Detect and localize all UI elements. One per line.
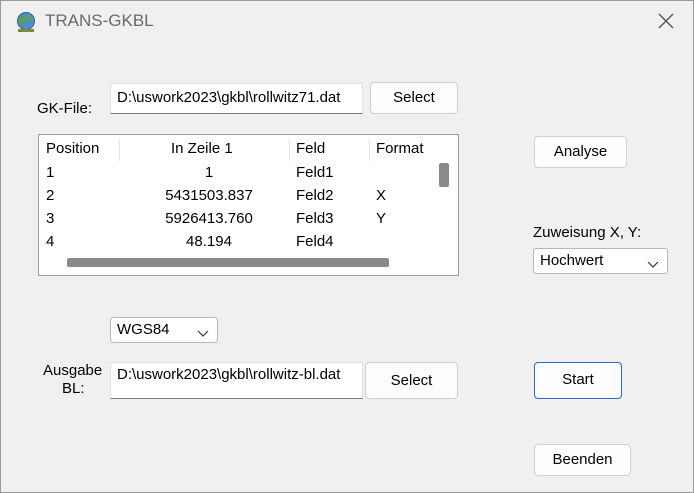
column-divider (119, 139, 120, 161)
field-list-view[interactable]: Position In Zeile 1 Feld Format 1 1 Feld… (38, 134, 459, 276)
zuweisung-label: Zuweisung X, Y: (533, 224, 642, 241)
table-row[interactable]: 4 48.194 Feld4 (39, 232, 435, 255)
cell-position: 3 (46, 210, 55, 227)
column-header-format[interactable]: Format (376, 140, 424, 157)
cell-feld: Feld1 (296, 164, 334, 181)
cell-position: 1 (46, 164, 55, 181)
cell-in-zeile: 5926413.760 (165, 210, 253, 227)
column-header-position[interactable]: Position (46, 140, 99, 157)
cell-in-zeile: 48.194 (186, 233, 232, 250)
output-label-line2: BL: (62, 380, 85, 397)
gk-file-select-button[interactable]: Select (370, 82, 458, 114)
vertical-scrollbar[interactable] (437, 163, 457, 249)
cell-format: X (376, 187, 387, 204)
close-button[interactable] (649, 7, 683, 35)
zuweisung-dropdown[interactable]: Hochwert (533, 248, 668, 274)
column-divider (369, 139, 370, 161)
column-header-in-zeile[interactable]: In Zeile 1 (171, 140, 233, 157)
cell-feld: Feld3 (296, 210, 334, 227)
cell-in-zeile: 5431503.837 (165, 187, 253, 204)
list-header: Position In Zeile 1 Feld Format (39, 135, 435, 163)
vertical-scroll-thumb[interactable] (439, 163, 449, 187)
cell-feld: Feld4 (296, 233, 334, 250)
table-row[interactable]: 3 5926413.760 Feld3 Y (39, 209, 435, 232)
exit-button[interactable]: Beenden (534, 444, 631, 476)
app-window: TRANS-GKBL GK-File: D:\uswork2023\gkbl\r… (0, 0, 694, 493)
cell-feld: Feld2 (296, 187, 334, 204)
start-button[interactable]: Start (534, 362, 622, 399)
window-title: TRANS-GKBL (45, 11, 154, 30)
crs-selected: WGS84 (117, 321, 170, 338)
chevron-down-icon (197, 325, 209, 337)
title-bar: TRANS-GKBL (1, 1, 693, 41)
globe-map-icon (15, 11, 37, 33)
table-row[interactable]: 1 1 Feld1 (39, 163, 435, 186)
cell-format: Y (376, 210, 387, 227)
horizontal-scroll-thumb[interactable] (67, 258, 389, 267)
chevron-down-icon (647, 256, 659, 268)
gk-file-label: GK-File: (37, 100, 93, 117)
cell-position: 2 (46, 187, 55, 204)
output-label-line1: Ausgabe (43, 362, 103, 379)
table-row[interactable]: 2 5431503.837 Feld2 X (39, 186, 435, 209)
cell-in-zeile: 1 (204, 164, 214, 181)
close-icon (649, 7, 683, 35)
analyse-button[interactable]: Analyse (534, 136, 627, 168)
crs-dropdown[interactable]: WGS84 (110, 317, 218, 343)
gk-file-input[interactable]: D:\uswork2023\gkbl\rollwitz71.dat (110, 83, 363, 114)
zuweisung-selected: Hochwert (540, 252, 604, 269)
output-select-button[interactable]: Select (365, 362, 458, 399)
column-divider (289, 139, 290, 161)
column-header-feld[interactable]: Feld (296, 140, 325, 157)
output-file-input[interactable]: D:\uswork2023\gkbl\rollwitz-bl.dat (110, 362, 363, 399)
cell-position: 4 (46, 233, 55, 250)
